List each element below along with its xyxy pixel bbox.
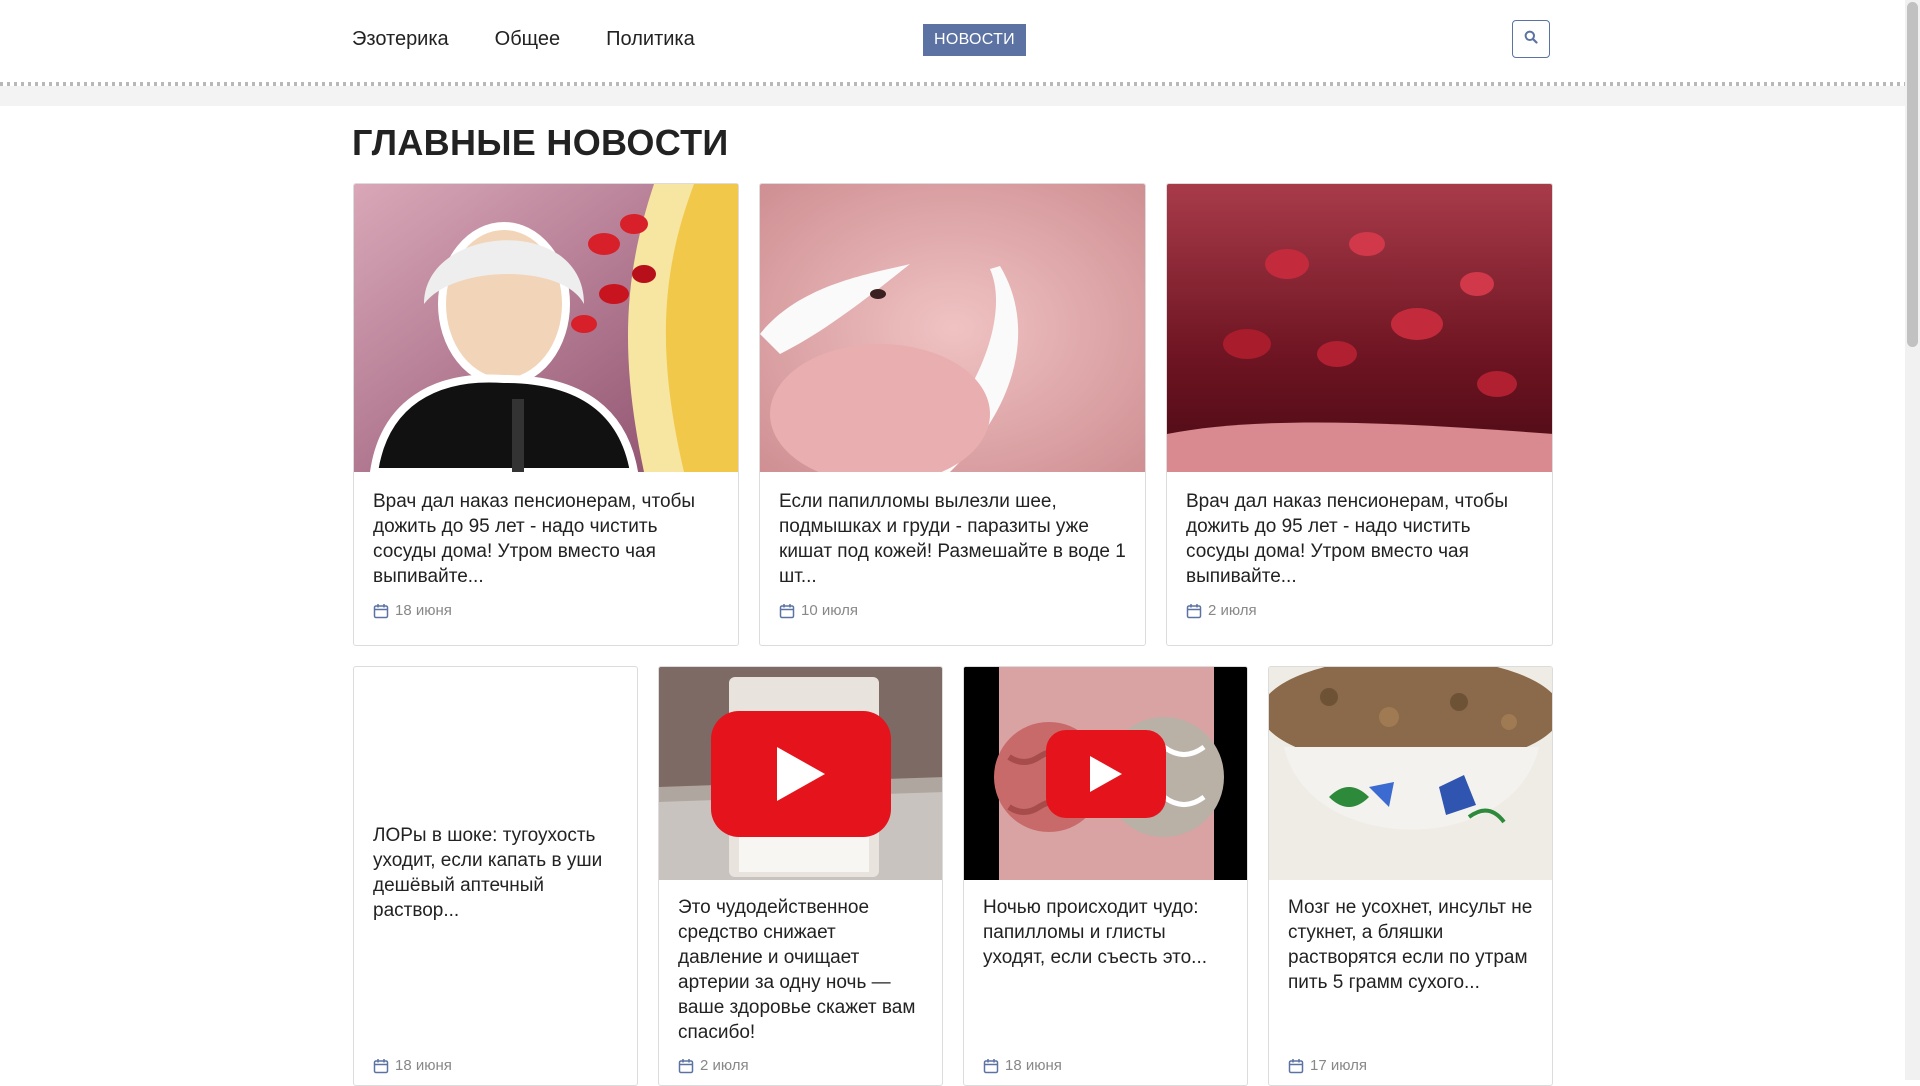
card-date: 10 июля [779,602,858,619]
card-date: 18 июня [983,1057,1062,1074]
card-date-text: 17 июля [1310,1057,1368,1074]
calendar-icon [1288,1058,1304,1074]
news-card[interactable]: Врач дал наказ пенсионерам, чтобы дожить… [353,183,739,646]
news-card[interactable]: Мозг не усохнет, инсульт не стукнет, а б… [1268,666,1553,1086]
card-date: 18 июня [373,602,452,619]
card-title[interactable]: ЛОРы в шоке: тугоухость уходит, если кап… [373,823,618,923]
card-date: 2 июля [678,1057,749,1074]
play-icon[interactable] [1045,729,1166,818]
card-title[interactable]: Если папилломы вылезли шее, подмышках и … [779,489,1126,589]
news-card[interactable]: Это чудодейственное средство снижает дав… [658,666,943,1086]
nav-item-politics[interactable]: Политика [606,28,695,51]
card-thumbnail[interactable] [1167,184,1552,472]
card-title[interactable]: Мозг не усохнет, инсульт не стукнет, а б… [1288,895,1533,995]
card-date-text: 18 июня [395,1057,452,1074]
card-thumbnail[interactable] [964,667,1247,880]
card-date-text: 2 июля [700,1057,749,1074]
card-title[interactable]: Врач дал наказ пенсионерам, чтобы дожить… [1186,489,1533,589]
card-date: 18 июня [373,1057,452,1074]
search-button[interactable] [1512,20,1550,58]
calendar-icon [373,1058,389,1074]
nav-item-general[interactable]: Общее [495,28,561,51]
card-title[interactable]: Это чудодейственное средство снижает дав… [678,895,923,1045]
card-thumbnail[interactable] [354,184,738,472]
card-title[interactable]: Врач дал наказ пенсионерам, чтобы дожить… [373,489,719,589]
header-strip [0,86,1905,106]
card-date: 17 июля [1288,1057,1367,1074]
card-date-text: 18 июня [395,602,452,619]
calendar-icon [983,1058,999,1074]
card-date: 2 июля [1186,602,1257,619]
nav-item-esoterics[interactable]: Эзотерика [352,28,449,51]
search-icon [1524,30,1538,49]
news-card[interactable]: Врач дал наказ пенсионерам, чтобы дожить… [1166,183,1553,646]
news-card[interactable]: Если папилломы вылезли шее, подмышках и … [759,183,1146,646]
calendar-icon [373,603,389,619]
page-scrollbar[interactable] [1905,0,1920,1080]
card-date-text: 2 июля [1208,602,1257,619]
card-title[interactable]: Ночью происходит чудо: папилломы и глист… [983,895,1228,970]
card-thumbnail[interactable] [1269,667,1552,880]
calendar-icon [1186,603,1202,619]
news-button[interactable]: НОВОСТИ [923,24,1026,56]
card-date-text: 10 июля [801,602,859,619]
scrollbar-thumb[interactable] [1907,2,1918,347]
card-thumbnail[interactable] [659,667,942,880]
card-thumbnail[interactable] [760,184,1145,472]
calendar-icon [779,603,795,619]
news-card[interactable]: Ночью происходит чудо: папилломы и глист… [963,666,1248,1086]
card-date-text: 18 июня [1005,1057,1062,1074]
play-icon[interactable] [710,710,891,837]
section-title: ГЛАВНЫЕ НОВОСТИ [352,122,729,163]
calendar-icon [678,1058,694,1074]
news-card[interactable]: ЛОРы в шоке: тугоухость уходит, если кап… [353,666,638,1086]
main-nav: Эзотерика Общее Политика [352,28,695,51]
